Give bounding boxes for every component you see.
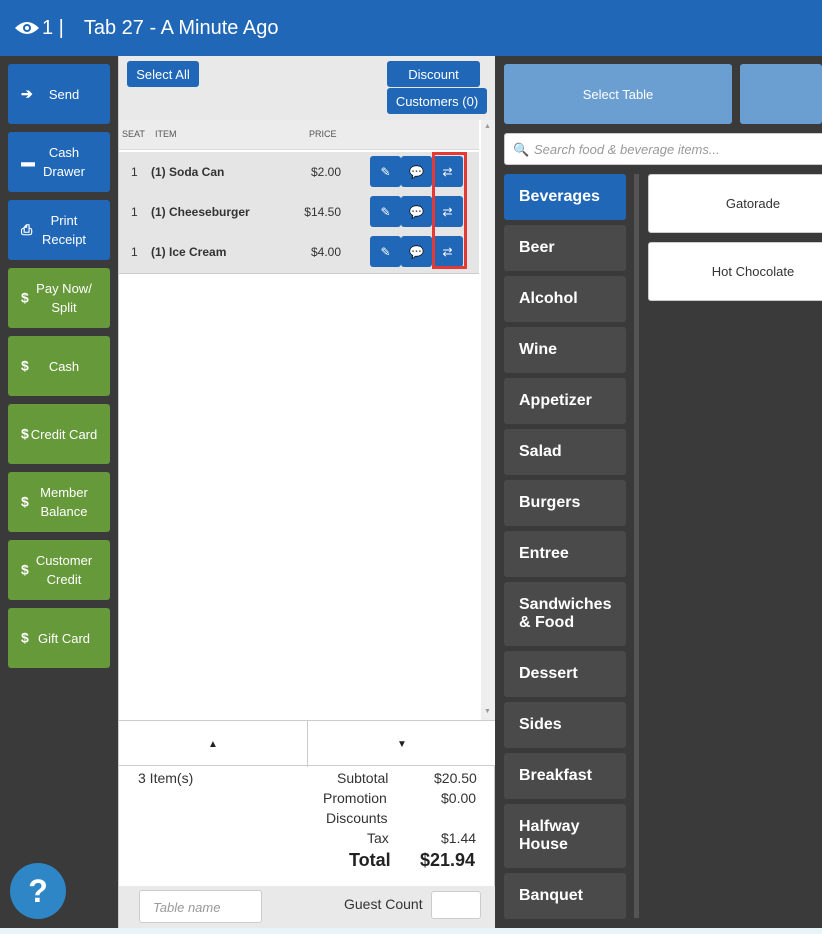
menu-panel: Select Table 🔍 Search food & beverage it… (495, 56, 822, 934)
order-footer: Table name Guest Count (119, 886, 496, 928)
dollar-icon: $ (21, 493, 29, 510)
print-receipt-button[interactable]: ⎙ Print Receipt (8, 200, 110, 260)
column-seat: SEAT (122, 129, 145, 139)
category-breakfast[interactable]: Breakfast (504, 753, 626, 799)
order-row[interactable]: 1 (1) Cheeseburger $14.50 ✎ 💬 ⇄ (119, 192, 479, 232)
category-sandwiches-food[interactable]: Sandwiches & Food (504, 582, 626, 646)
scroll-up-icon[interactable]: ▲ (484, 123, 491, 130)
dollar-icon: $ (21, 629, 29, 646)
category-sides[interactable]: Sides (504, 702, 626, 748)
category-beverages[interactable]: Beverages (504, 174, 626, 220)
item-count: 3 Item(s) (138, 770, 194, 786)
arrow-right-icon: ➔ (21, 85, 33, 102)
guest-count-label: Guest Count (344, 896, 423, 912)
scroll-up-button[interactable]: ▲ (119, 721, 308, 767)
menu-item-hot-chocolate[interactable]: Hot Chocolate (648, 242, 822, 301)
drawer-icon: ▬ (21, 153, 35, 170)
order-nav: ▲ ▼ (119, 720, 496, 767)
guest-count-input[interactable] (431, 891, 481, 919)
tax-value: $1.44 (441, 830, 477, 846)
category-alcohol[interactable]: Alcohol (504, 276, 626, 322)
scroll-down-button[interactable]: ▼ (308, 721, 496, 767)
help-button[interactable]: ? (10, 863, 66, 919)
eye-icon (15, 22, 39, 34)
promotion-value: $0.00 (441, 790, 477, 806)
category-wine[interactable]: Wine (504, 327, 626, 373)
order-panel: Select All Discount Customers (0) SEAT I… (118, 56, 496, 928)
pay-now-split-button[interactable]: $ Pay Now/ Split (8, 268, 110, 328)
order-scrollbar[interactable]: ▲ ▼ (481, 120, 495, 720)
view-count: 1 | (42, 16, 64, 39)
comment-icon[interactable]: 💬 (401, 156, 432, 187)
subtotal-value: $20.50 (434, 770, 477, 786)
category-entree[interactable]: Entree (504, 531, 626, 577)
secondary-table-button[interactable] (740, 64, 822, 124)
action-sidebar: ➔ Send ▬ Cash Drawer ⎙ Print Receipt $ Pay N… (0, 56, 118, 934)
header-bar: 1 | Tab 27 - A Minute Ago (0, 0, 822, 56)
help-icon: ? (28, 872, 48, 909)
edit-icon[interactable]: ✎ (370, 236, 401, 267)
customers-button[interactable]: Customers (0) (387, 88, 487, 114)
category-salad[interactable]: Salad (504, 429, 626, 475)
select-table-button[interactable]: Select Table (504, 64, 732, 124)
transfer-column-highlight (432, 152, 467, 269)
customer-credit-button[interactable]: $ Customer Credit (8, 540, 110, 600)
category-dessert[interactable]: Dessert (504, 651, 626, 697)
scroll-down-icon[interactable]: ▼ (484, 708, 491, 715)
order-toolbar: Select All Discount Customers (0) (119, 56, 496, 120)
comment-icon[interactable]: 💬 (401, 236, 432, 267)
edit-icon[interactable]: ✎ (370, 196, 401, 227)
cash-button[interactable]: $ Cash (8, 336, 110, 396)
order-row[interactable]: 1 (1) Soda Can $2.00 ✎ 💬 ⇄ (119, 152, 479, 192)
category-appetizer[interactable]: Appetizer (504, 378, 626, 424)
dollar-icon: $ (21, 289, 29, 306)
menu-search-input[interactable]: 🔍 Search food & beverage items... (504, 133, 822, 165)
menu-item-gatorade[interactable]: Gatorade (648, 174, 822, 233)
search-icon: 🔍 (513, 142, 530, 157)
category-banquet[interactable]: Banquet (504, 873, 626, 919)
column-item: ITEM (155, 129, 177, 139)
total-value: $21.94 (420, 850, 476, 870)
select-all-button[interactable]: Select All (127, 61, 199, 87)
category-scrollbar[interactable] (634, 174, 639, 918)
page-title: Tab 27 - A Minute Ago (83, 16, 279, 39)
gift-card-button[interactable]: $ Gift Card (8, 608, 110, 668)
category-beer[interactable]: Beer (504, 225, 626, 271)
column-price: PRICE (309, 129, 337, 139)
table-name-input[interactable]: Table name (139, 890, 262, 923)
category-burgers[interactable]: Burgers (504, 480, 626, 526)
edit-icon[interactable]: ✎ (370, 156, 401, 187)
comment-icon[interactable]: 💬 (401, 196, 432, 227)
order-totals: 3 Item(s) Subtotal $20.50 Promotion $0.0… (138, 770, 477, 870)
member-balance-button[interactable]: $ Member Balance (8, 472, 110, 532)
printer-icon: ⎙ (21, 221, 33, 238)
dollar-icon: $ (21, 425, 29, 442)
order-row[interactable]: 1 (1) Ice Cream $4.00 ✎ 💬 ⇄ (119, 232, 479, 274)
dollar-icon: $ (21, 561, 29, 578)
category-halfway-house[interactable]: Halfway House (504, 804, 626, 868)
discount-button[interactable]: Discount (387, 61, 480, 87)
dollar-icon: $ (21, 357, 29, 374)
order-table-header: SEAT ITEM PRICE (119, 120, 479, 150)
credit-card-button[interactable]: $ Credit Card (8, 404, 110, 464)
footer-strip (0, 928, 822, 934)
cash-drawer-button[interactable]: ▬ Cash Drawer (8, 132, 110, 192)
send-button[interactable]: ➔ Send (8, 64, 110, 124)
